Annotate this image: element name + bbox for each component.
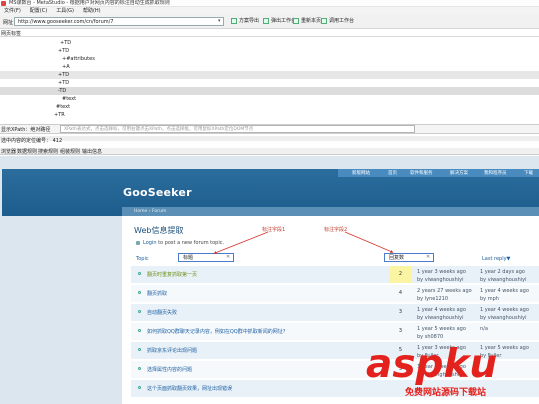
- last-post: 1 year 2 days ago by viwanghoushiyi: [480, 269, 527, 283]
- last-post: 1 year 4 weeks ago by mph: [480, 288, 529, 302]
- last-reply: 2 years 27 weeks ago by lyne1210: [417, 288, 472, 302]
- last-reply: 1 year 3 weeks ago by viwanghoushiyi: [417, 269, 466, 283]
- last-post: n/a: [480, 326, 488, 332]
- reply-count: 3: [398, 328, 403, 334]
- topic-link[interactable]: 如何抓取QQ群聊天记录内容，例如在QQ群中抓取新闻的网址？: [147, 328, 288, 335]
- topic-icon: [138, 310, 141, 313]
- reply-count: 2: [389, 266, 412, 283]
- topic-icon: [138, 272, 141, 275]
- topic-icon: [138, 291, 141, 294]
- topic-link[interactable]: 抓取京东评论出现问题: [147, 347, 197, 354]
- topic-link[interactable]: 自动翻页失败: [147, 309, 177, 316]
- table-row[interactable]: 自动翻页失败 3 1 year 4 weeks ago by viwanghous…: [131, 304, 539, 321]
- app-window: MS谋数台 - MetaStudio - 根据用户对网页内容的标注自动生成抓取规…: [0, 0, 539, 404]
- topic-link[interactable]: 翻页抓取: [147, 290, 167, 297]
- topic-link[interactable]: 翻页时重复抓取第一页: [147, 271, 197, 278]
- last-post: 1 year 4 weeks ago by viwanghoushiyi: [480, 307, 529, 321]
- topic-icon: [138, 367, 141, 370]
- table-row[interactable]: 翻页抓取 4 2 years 27 weeks ago by lyne1210 1…: [131, 285, 539, 302]
- reply-count: 3: [398, 309, 403, 315]
- table-row[interactable]: 如何抓取QQ群聊天记录内容，例如在QQ群中抓取新闻的网址？ 3 1 year 5…: [131, 323, 539, 340]
- reply-count: 4: [398, 290, 403, 296]
- topic-icon: [138, 329, 141, 332]
- topic-icon: [138, 348, 141, 351]
- watermark-caption: 免费网站源码下载站: [405, 388, 487, 398]
- topic-link[interactable]: 这个页面抓取翻页效果，网址出现错误: [147, 385, 232, 392]
- last-reply: 1 year 5 weeks ago by sh0870: [417, 326, 466, 340]
- topic-link[interactable]: 选择属性内容的问题: [147, 366, 192, 373]
- watermark-logo: aspku: [366, 342, 498, 387]
- last-reply: 1 year 4 weeks ago by viwanghoushiyi: [417, 307, 466, 321]
- topic-icon: [138, 386, 141, 389]
- table-row[interactable]: 翻页时重复抓取第一页 2 1 year 3 weeks ago by viwang…: [131, 266, 539, 283]
